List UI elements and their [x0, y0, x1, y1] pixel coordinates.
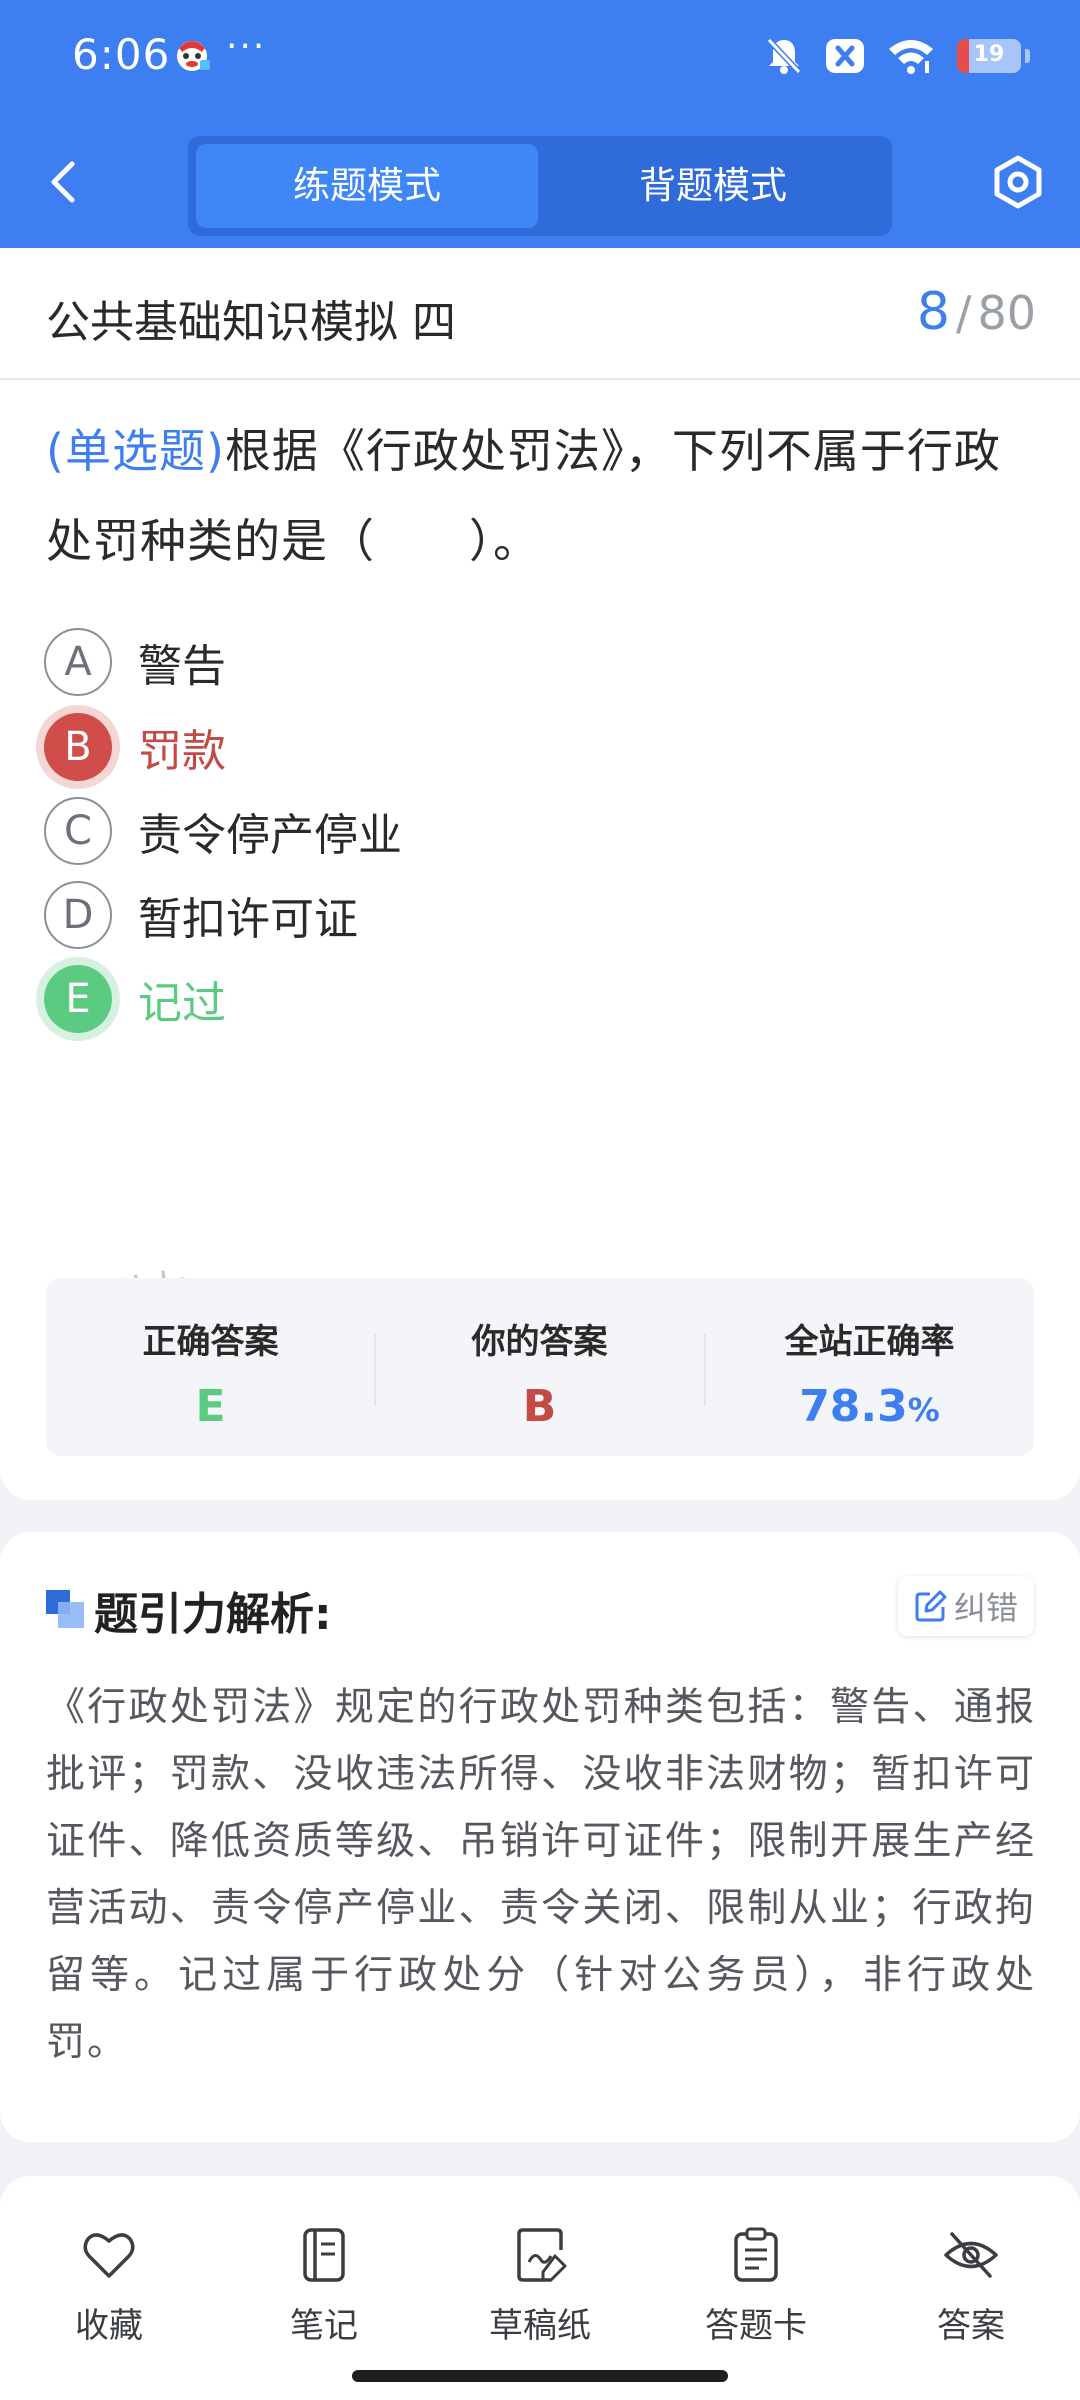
option-e[interactable]: E 记过: [44, 959, 226, 1039]
sim-disabled-icon: [826, 39, 864, 73]
option-c[interactable]: C 责令停产停业: [44, 791, 402, 871]
option-text: 暂扣许可证: [138, 894, 358, 945]
report-error-label: 纠错: [953, 1589, 1018, 1627]
your-answer-value: B: [522, 1381, 557, 1432]
battery-tip: [1025, 49, 1030, 63]
option-letter: D: [44, 881, 112, 949]
nav-label: 草稿纸: [489, 2306, 591, 2346]
option-text: 罚款: [138, 726, 226, 777]
question-type: (单选题): [46, 424, 225, 478]
option-d[interactable]: D 暂扣许可证: [44, 875, 358, 955]
analysis-text: 《行政处罚法》规定的行政处罚种类包括：警告、通报批评；罚款、没收违法所得、没收非…: [46, 1685, 1036, 2065]
option-text: 记过: [138, 978, 226, 1029]
accuracy-rate-number: 78.3: [799, 1381, 908, 1432]
analysis-card: 题引力解析: 纠错 《行政处罚法》规定的行政处罚种类包括：警告、通报批评；罚款、…: [0, 1532, 1080, 2142]
draft-paper-icon: [517, 2228, 567, 2282]
option-text: 警告: [138, 641, 226, 692]
your-answer-label: 你的答案: [471, 1322, 608, 1362]
app-notification-icon: [177, 41, 210, 71]
nav-label: 答案: [937, 2306, 1005, 2346]
answer-summary: 正确答案 E 你的答案 B 全站正确率 78.3%: [46, 1278, 1034, 1456]
nav-favorite[interactable]: 收藏: [24, 2226, 194, 2347]
total-questions: 80: [977, 286, 1036, 340]
wifi-icon: [889, 40, 933, 74]
accuracy-rate: 全站正确率 78.3%: [705, 1278, 1034, 1456]
eye-off-icon: [944, 2232, 998, 2278]
tab-practice-mode[interactable]: 练题模式: [196, 144, 538, 228]
correct-answer: 正确答案 E: [46, 1278, 375, 1456]
bottom-nav: 收藏 笔记 草稿纸 答题卡 答案: [0, 2176, 1080, 2400]
settings-icon[interactable]: [990, 154, 1046, 210]
bell-mute-icon: [766, 37, 802, 75]
nav-label: 笔记: [290, 2306, 358, 2346]
report-error-button[interactable]: 纠错: [898, 1576, 1034, 1636]
exam-title-bar: 公共基础知识模拟 四 8/80: [0, 248, 1080, 380]
back-button[interactable]: [40, 152, 90, 212]
answer-sheet-icon: [734, 2227, 778, 2282]
nav-draft[interactable]: 草稿纸: [455, 2226, 625, 2347]
analysis-icon: [46, 1590, 84, 1628]
nav-answer[interactable]: 答案: [886, 2226, 1056, 2347]
option-b[interactable]: B 罚款: [44, 707, 226, 787]
question-progress: 8/80: [917, 282, 1036, 342]
analysis-title: 题引力解析:: [94, 1589, 332, 1640]
accuracy-rate-unit: %: [907, 1391, 940, 1429]
nav-label: 收藏: [75, 2306, 143, 2346]
accuracy-rate-label: 全站正确率: [784, 1322, 955, 1362]
nav-answer-sheet[interactable]: 答题卡: [671, 2226, 841, 2347]
status-time: 6:06: [72, 30, 171, 79]
exam-title: 公共基础知识模拟 四: [46, 297, 456, 348]
edit-icon: [915, 1590, 947, 1622]
option-letter: C: [44, 797, 112, 865]
option-text: 责令停产停业: [138, 810, 402, 861]
status-icons: 19: [765, 36, 1030, 76]
option-letter: B: [44, 713, 112, 781]
heart-icon: [83, 2233, 135, 2278]
nav-label: 答题卡: [705, 2306, 807, 2346]
notebook-icon: [303, 2228, 345, 2282]
nav-notes[interactable]: 笔记: [239, 2226, 409, 2347]
current-question-number: 8: [916, 282, 950, 342]
correct-answer-value: E: [195, 1381, 226, 1432]
mode-switch: 练题模式 背题模式: [188, 136, 892, 236]
your-answer: 你的答案 B: [375, 1278, 704, 1456]
status-bar: 6:06 ··· 19: [0, 0, 1080, 120]
question-text: (单选题)根据《行政处罚法》，下列不属于行政处罚种类的是（ ）。: [46, 406, 1042, 586]
battery-percent: 19: [973, 42, 1005, 67]
option-letter: A: [44, 628, 112, 696]
correct-answer-label: 正确答案: [142, 1322, 279, 1362]
tab-memorize-mode[interactable]: 背题模式: [542, 144, 884, 228]
option-a[interactable]: A 警告: [44, 622, 226, 702]
home-indicator[interactable]: [352, 2370, 728, 2382]
option-letter: E: [44, 965, 112, 1033]
accuracy-rate-value: 78.3%: [705, 1381, 1034, 1432]
battery-indicator: 19: [957, 39, 1021, 73]
status-more: ···: [226, 26, 267, 67]
app-header: 6:06 ··· 19 练题模式 背题模式: [0, 0, 1080, 248]
progress-separator: /: [955, 286, 972, 340]
